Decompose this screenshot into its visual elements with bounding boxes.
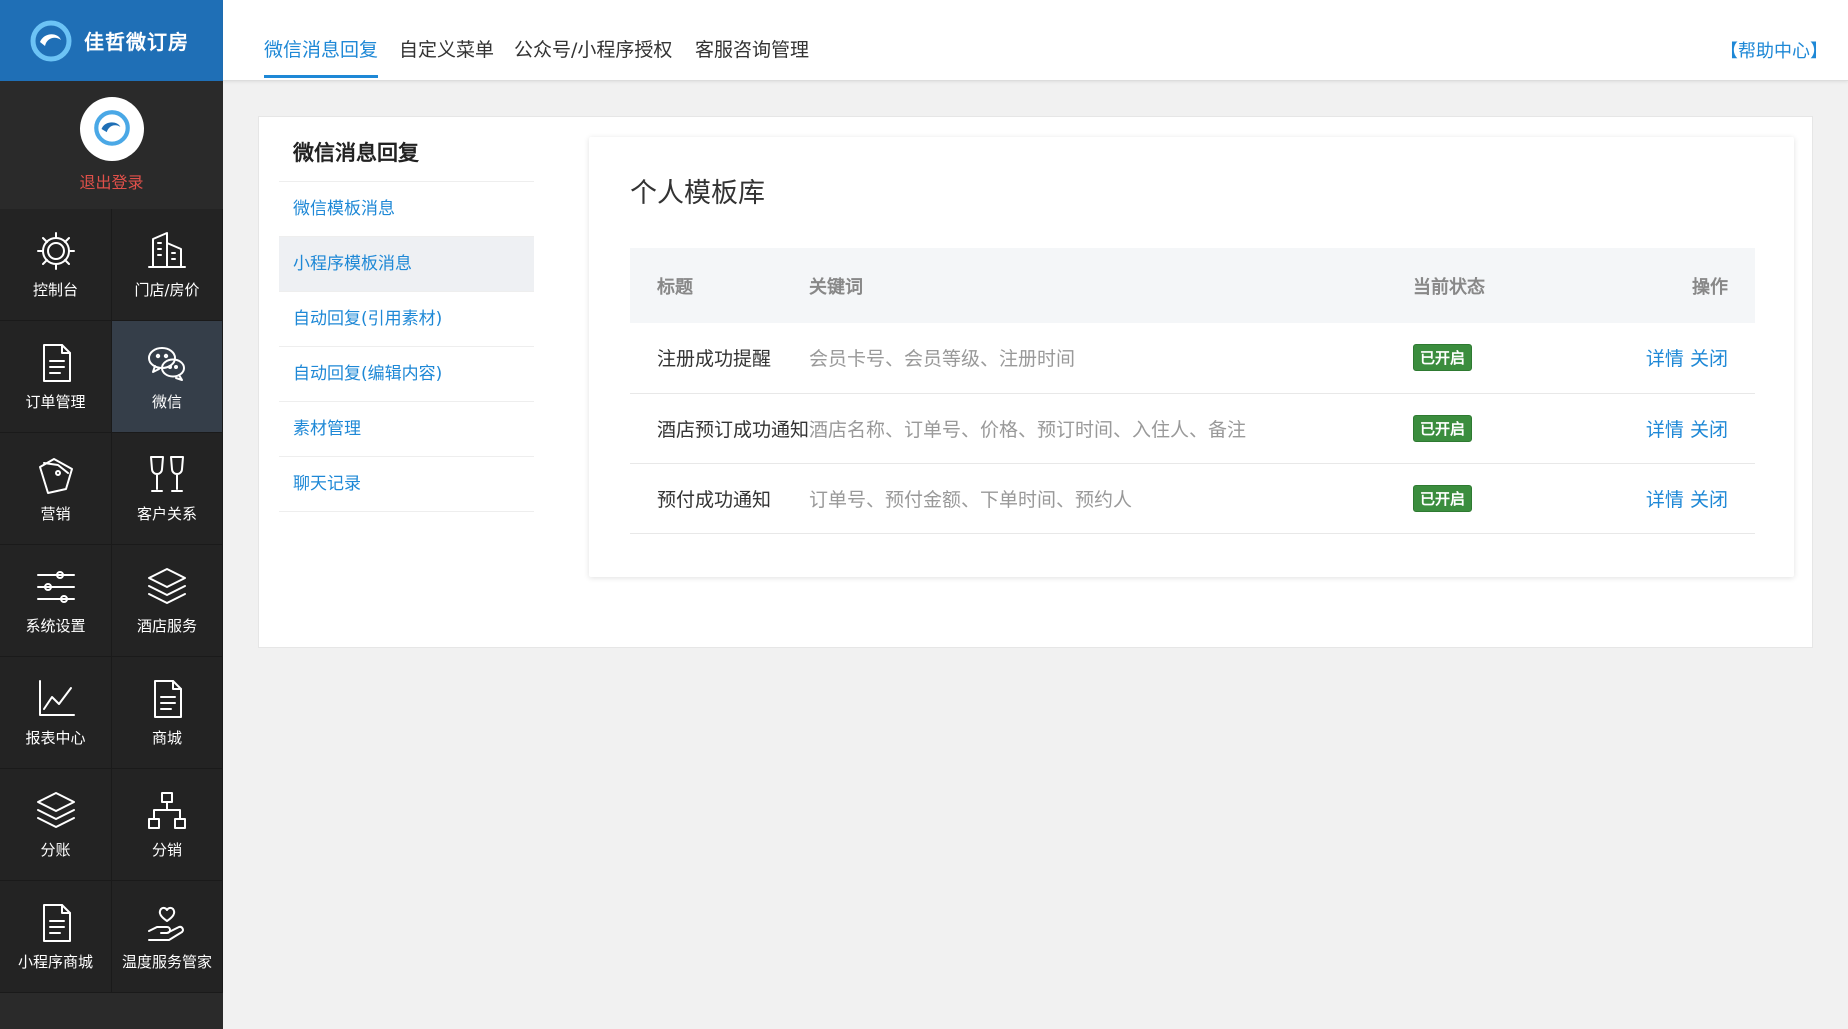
sidebar-item-mini-program-mall[interactable]: 小程序商城 — [0, 881, 112, 993]
sliders-icon — [36, 571, 75, 603]
sidebar-item-distribution[interactable]: 分销 — [112, 769, 223, 881]
subnav-item-auto-reply-material[interactable]: 自动回复(引用素材) — [279, 292, 534, 347]
tab-wechat-message-reply[interactable]: 微信消息回复 — [264, 35, 379, 78]
close-link[interactable]: 关闭 — [1690, 419, 1728, 441]
sub-navigation: 微信消息回复 微信模板消息 小程序模板消息 自动回复(引用素材) 自动回复(编辑… — [279, 137, 534, 512]
subnav-item-mini-program-template[interactable]: 小程序模板消息 — [279, 237, 534, 292]
row-status-cell: 已开启 — [1413, 463, 1593, 534]
sidebar-item-warm-service[interactable]: 温度服务管家 — [112, 881, 223, 993]
row-keywords: 会员卡号、会员等级、注册时间 — [809, 323, 1413, 394]
building-icon — [148, 232, 186, 268]
document-icon — [154, 680, 182, 718]
sidebar-item-label: 分账 — [40, 841, 71, 859]
close-link[interactable]: 关闭 — [1690, 348, 1728, 370]
avatar[interactable] — [79, 97, 144, 161]
sidebar-item-label: 微信 — [151, 393, 182, 411]
sidebar-item-label: 报表中心 — [25, 729, 86, 747]
close-link[interactable]: 关闭 — [1690, 489, 1728, 511]
tab-custom-menu[interactable]: 自定义菜单 — [399, 35, 494, 62]
document-icon — [42, 344, 71, 382]
status-badge: 已开启 — [1413, 484, 1473, 512]
detail-link[interactable]: 详情 — [1646, 489, 1684, 511]
sidebar-item-label: 商城 — [151, 729, 182, 747]
panel-title: 个人模板库 — [630, 178, 765, 209]
brand-logo-icon — [93, 110, 130, 146]
user-panel: 退出登录 — [0, 81, 223, 209]
sidebar-item-label: 温度服务管家 — [121, 953, 212, 971]
sidebar-item-mall[interactable]: 商城 — [112, 657, 223, 769]
sidebar-item-label: 系统设置 — [25, 617, 86, 635]
sidebar: 佳哲微订房 退出登录 控制台 门店/房价 订单管理 微信 营销 客户关系 系统设… — [0, 0, 223, 1029]
column-header-actions: 操作 — [1593, 248, 1755, 323]
sidebar-item-label: 小程序商城 — [17, 953, 93, 971]
tab-customer-service[interactable]: 客服咨询管理 — [695, 35, 809, 62]
detail-link[interactable]: 详情 — [1646, 419, 1684, 441]
sidebar-item-label: 营销 — [40, 505, 71, 523]
table-row: 酒店预订成功通知 酒店名称、订单号、价格、预订时间、入住人、备注 已开启 详情 … — [630, 393, 1755, 464]
org-chart-icon — [148, 792, 186, 829]
sidebar-item-hotel-services[interactable]: 酒店服务 — [112, 545, 223, 657]
row-title: 预付成功通知 — [630, 463, 809, 534]
brand-logo-icon — [30, 20, 72, 61]
sidebar-item-crm[interactable]: 客户关系 — [112, 433, 223, 545]
row-title: 酒店预订成功通知 — [630, 393, 809, 464]
main-content: 微信消息回复 微信模板消息 小程序模板消息 自动回复(引用素材) 自动回复(编辑… — [258, 116, 1813, 648]
logout-link[interactable]: 退出登录 — [79, 169, 143, 193]
sidebar-item-wechat[interactable]: 微信 — [112, 321, 223, 433]
top-tabs-bar: 微信消息回复 自定义菜单 公众号/小程序授权 客服咨询管理 【帮助中心】 — [223, 0, 1848, 81]
row-actions: 详情 关闭 — [1593, 393, 1755, 464]
sidebar-item-label: 分销 — [151, 841, 182, 859]
app-logo[interactable]: 佳哲微订房 — [0, 0, 223, 81]
table-row: 注册成功提醒 会员卡号、会员等级、注册时间 已开启 详情 关闭 — [630, 323, 1755, 394]
wine-glasses-icon — [150, 456, 184, 492]
column-header-title: 标题 — [630, 248, 809, 323]
row-status-cell: 已开启 — [1413, 323, 1593, 394]
row-status-cell: 已开启 — [1413, 393, 1593, 464]
subnav-item-chat-history[interactable]: 聊天记录 — [279, 457, 534, 512]
tab-account-authorization[interactable]: 公众号/小程序授权 — [514, 35, 672, 62]
tags-icon — [38, 458, 73, 494]
gear-icon — [36, 232, 75, 270]
brand-name: 佳哲微订房 — [84, 30, 189, 54]
layers-icon — [36, 792, 75, 828]
layers-icon — [148, 568, 186, 604]
sidebar-item-orders[interactable]: 订单管理 — [0, 321, 112, 433]
sidebar-item-split-accounts[interactable]: 分账 — [0, 769, 112, 881]
template-table: 标题 关键词 当前状态 操作 注册成功提醒 会员卡号、会员等级、注册时间 已开启… — [630, 248, 1755, 534]
help-center-link[interactable]: 【帮助中心】 — [1720, 37, 1828, 63]
heart-hand-icon — [148, 906, 184, 941]
wechat-icon — [148, 347, 185, 381]
row-actions: 详情 关闭 — [1593, 323, 1755, 394]
sidebar-item-settings[interactable]: 系统设置 — [0, 545, 112, 657]
table-row: 预付成功通知 订单号、预付金额、下单时间、预约人 已开启 详情 关闭 — [630, 463, 1755, 534]
sidebar-item-label: 订单管理 — [25, 393, 86, 411]
status-badge: 已开启 — [1413, 344, 1473, 372]
sidebar-item-label: 控制台 — [32, 281, 78, 299]
subnav-item-auto-reply-edit[interactable]: 自动回复(编辑内容) — [279, 347, 534, 402]
detail-link[interactable]: 详情 — [1646, 348, 1684, 370]
row-keywords: 酒店名称、订单号、价格、预订时间、入住人、备注 — [809, 393, 1413, 464]
subnav-item-wechat-template[interactable]: 微信模板消息 — [279, 182, 534, 237]
document-icon — [42, 904, 71, 942]
sidebar-item-reports[interactable]: 报表中心 — [0, 657, 112, 769]
status-badge: 已开启 — [1413, 414, 1473, 442]
column-header-status: 当前状态 — [1413, 248, 1593, 323]
row-keywords: 订单号、预付金额、下单时间、预约人 — [809, 463, 1413, 534]
column-header-keywords: 关键词 — [809, 248, 1413, 323]
row-title: 注册成功提醒 — [630, 323, 809, 394]
sidebar-item-label: 客户关系 — [136, 505, 197, 523]
table-header-row: 标题 关键词 当前状态 操作 — [630, 248, 1755, 323]
subnav-item-material-management[interactable]: 素材管理 — [279, 402, 534, 457]
sidebar-item-dashboard[interactable]: 控制台 — [0, 209, 112, 321]
sidebar-nav: 控制台 门店/房价 订单管理 微信 营销 客户关系 系统设置 酒店服务 报表中心… — [0, 209, 223, 993]
sidebar-item-stores[interactable]: 门店/房价 — [112, 209, 223, 321]
row-actions: 详情 关闭 — [1593, 463, 1755, 534]
sidebar-item-marketing[interactable]: 营销 — [0, 433, 112, 545]
sidebar-item-label: 门店/房价 — [134, 281, 200, 299]
sidebar-item-label: 酒店服务 — [136, 617, 197, 635]
line-chart-icon — [38, 680, 75, 716]
template-library-panel: 个人模板库 标题 关键词 当前状态 操作 注册成功提醒 会员卡号、会员等级、注册… — [589, 137, 1794, 577]
subnav-heading: 微信消息回复 — [279, 137, 534, 182]
